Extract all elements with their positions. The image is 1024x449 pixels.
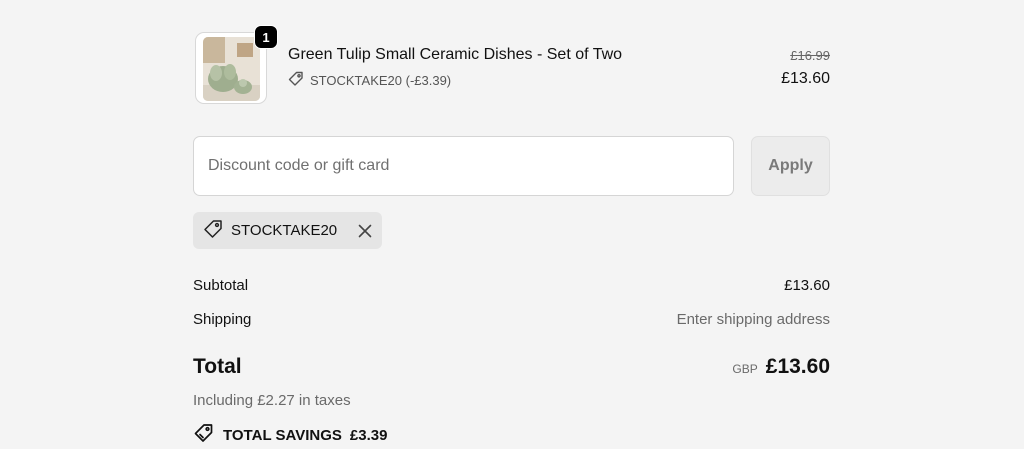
total-value: £13.60 (765, 355, 830, 378)
taxes-note: Including £2.27 in taxes (193, 392, 351, 409)
line-item: 1 Green Tulip Small Ceramic Dishes - Set… (193, 25, 830, 108)
applied-discount-chip: STOCKTAKE20 (193, 212, 382, 249)
order-summary: 1 Green Tulip Small Ceramic Dishes - Set… (193, 0, 830, 449)
shipping-label: Shipping (193, 311, 252, 328)
total-amount: GBP £13.60 (732, 355, 830, 379)
line-price: £13.60 (781, 70, 830, 87)
total-label: Total (193, 355, 242, 378)
tag-icon (288, 71, 304, 90)
line-discount: STOCKTAKE20 (-£3.39) (288, 71, 451, 90)
shipping-value: Enter shipping address (676, 311, 830, 328)
savings-tag-icon (193, 423, 215, 447)
total-savings: TOTAL SAVINGS £3.39 (193, 423, 387, 447)
quantity-badge: 1 (254, 25, 278, 49)
product-name: Green Tulip Small Ceramic Dishes - Set o… (288, 46, 623, 63)
savings-value: £3.39 (349, 426, 388, 444)
savings-label: TOTAL SAVINGS (223, 426, 342, 444)
product-image (203, 37, 260, 101)
applied-discount-code: STOCKTAKE20 (231, 222, 338, 239)
discount-code-input[interactable] (193, 136, 734, 196)
subtotal-label: Subtotal (193, 277, 249, 294)
original-price: £16.99 (790, 48, 830, 63)
subtotal-value: £13.60 (784, 277, 830, 294)
tag-icon (203, 219, 223, 243)
currency-code: GBP (732, 362, 758, 376)
apply-discount-button[interactable]: Apply (751, 136, 830, 196)
product-thumbnail: 1 (195, 25, 278, 104)
line-discount-label: STOCKTAKE20 (-£3.39) (310, 73, 452, 88)
close-icon[interactable] (358, 224, 372, 238)
